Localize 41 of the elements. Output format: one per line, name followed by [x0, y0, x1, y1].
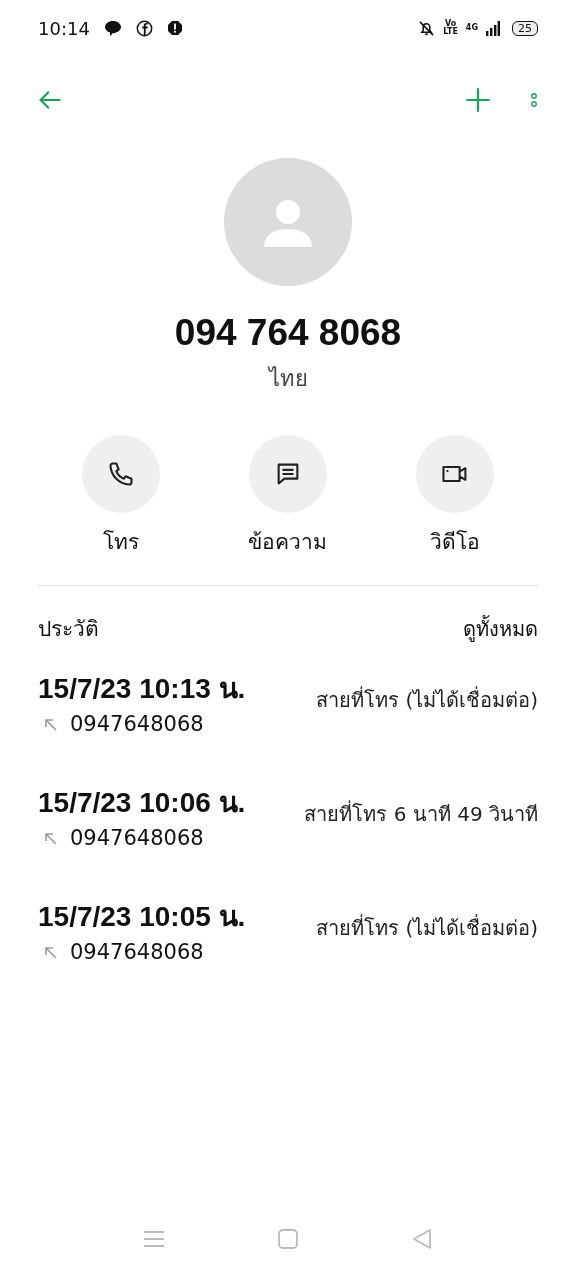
plus-icon [464, 86, 492, 114]
menu-button[interactable] [143, 1229, 165, 1249]
call-datetime: 15/7/23 10:13 น. [38, 672, 246, 706]
call-number: 0947648068 [70, 711, 204, 738]
more-icon [530, 91, 538, 109]
menu-icon [143, 1229, 165, 1249]
volte-label: LTE [443, 28, 458, 36]
signal-icon [486, 20, 500, 36]
history-title: ประวัติ [38, 615, 99, 643]
back-nav-button[interactable] [411, 1228, 433, 1250]
chat-bubble-icon [103, 19, 122, 37]
call-status: สายที่โทร (ไม่ได้เชื่อมต่อ) [316, 913, 538, 942]
phone-icon [107, 460, 136, 488]
outgoing-call-icon [44, 717, 58, 732]
outgoing-call-icon [44, 945, 58, 960]
call-log-row[interactable]: 15/7/23 10:13 น. 0947648068 สายที่โทร (ไม่ได้เชื่อมต่อ) [38, 659, 538, 773]
network-label: 4G [465, 21, 478, 34]
call-log-row[interactable]: 15/7/23 10:05 น. 0947648068 สายที่โทร (ไม่ได้เชื่อมต่อ) [38, 887, 538, 1001]
muted-bell-icon [418, 19, 436, 37]
action-button[interactable]: โทร [61, 435, 182, 559]
contact-location: ไทย [268, 365, 308, 393]
home-button[interactable] [277, 1228, 299, 1250]
call-number: 0947648068 [70, 825, 204, 852]
action-button[interactable]: ข้อความ [228, 435, 348, 559]
square-icon [277, 1228, 299, 1250]
call-status: สายที่โทร 6 นาที 49 วินาที [304, 799, 538, 828]
facebook-icon [135, 19, 153, 37]
alert-icon [166, 20, 183, 36]
call-status: สายที่โทร (ไม่ได้เชื่อมต่อ) [316, 685, 538, 714]
triangle-icon [411, 1228, 433, 1250]
call-number: 0947648068 [70, 939, 204, 966]
view-all-link[interactable]: ดูทั้งหมด [463, 614, 538, 645]
contact-number: 094 764 8068 [174, 311, 402, 355]
outgoing-call-icon [44, 831, 58, 846]
call-datetime: 15/7/23 10:06 น. [38, 786, 246, 820]
call-datetime: 15/7/23 10:05 น. [38, 900, 246, 934]
battery-indicator: 25 [512, 20, 538, 36]
status-time: 10:14 [38, 16, 90, 41]
volte-label: Vo [444, 20, 457, 28]
call-log-row[interactable]: 15/7/23 10:06 น. 0947648068 สายที่โทร 6 นาที 49 วินาที [38, 773, 538, 887]
action-button[interactable]: วิดีโอ [394, 435, 515, 559]
